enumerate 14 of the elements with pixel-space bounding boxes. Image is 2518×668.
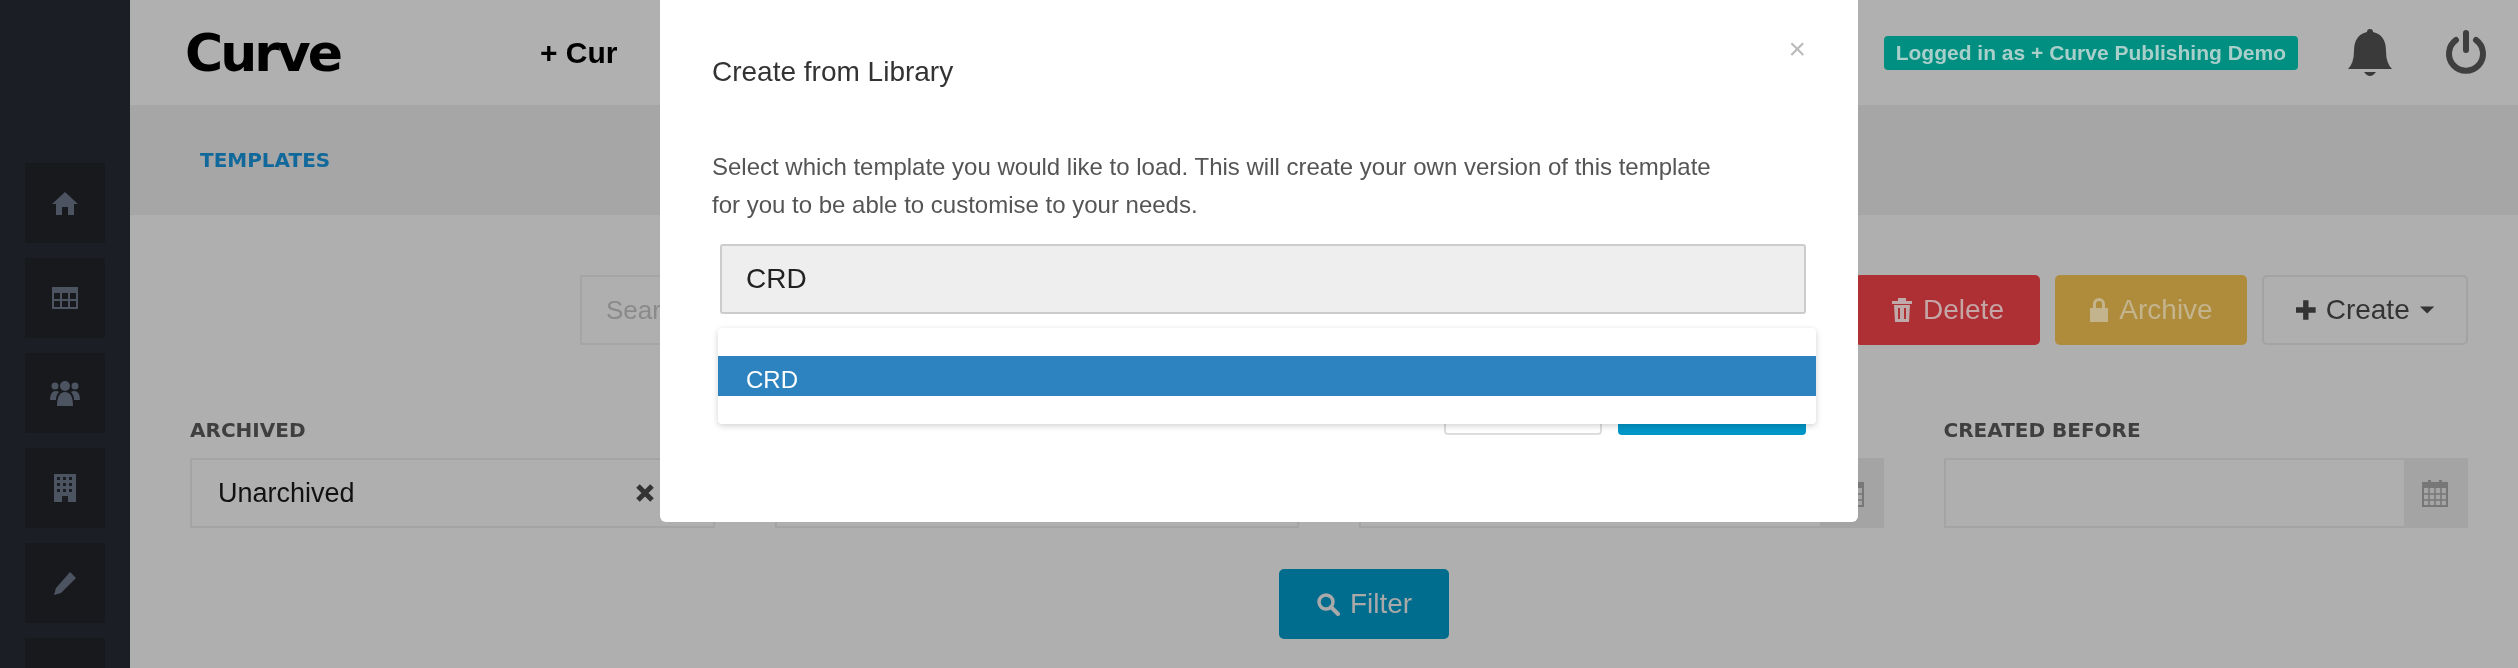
modal-title: Create from Library (712, 56, 954, 88)
archived-select[interactable]: Unarchived (190, 458, 715, 528)
modal-description: Select which template you would like to load. This will create your own version of this template for you to be able to customise to your needs. (712, 152, 1712, 220)
template-select[interactable]: CRD (720, 244, 1806, 314)
dropdown-option[interactable]: CRD (718, 356, 1816, 396)
create-button[interactable]: Create (2262, 275, 2468, 345)
user-badge: Logged in as + Curve Publishing Demo (1883, 35, 2298, 70)
logo[interactable]: Curve (185, 22, 340, 83)
delete-button[interactable]: Delete (1855, 275, 2040, 345)
nav-link[interactable]: + Cur (540, 35, 618, 70)
filter-button[interactable]: Filter (1279, 569, 1449, 639)
templates-tab[interactable]: TEMPLATES (200, 148, 331, 172)
filter-label: ARCHIVED (190, 418, 307, 444)
filter-label: CREATED BEFORE (1943, 418, 2142, 444)
